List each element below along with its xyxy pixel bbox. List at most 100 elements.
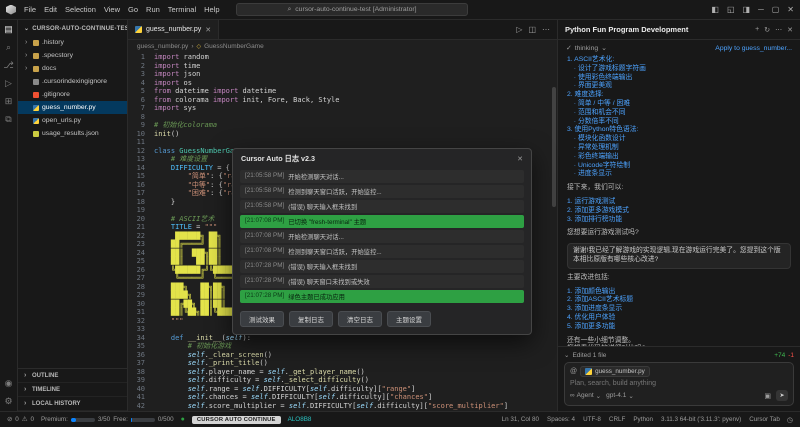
tree-item-guess-number-py[interactable]: guess_number.py bbox=[18, 101, 127, 114]
tab-label: guess_number.py bbox=[146, 26, 201, 33]
edited-files-row[interactable]: ⌄ Edited 1 file +74 -1 bbox=[564, 351, 794, 359]
tree-item--cursorindexingignore[interactable]: .cursorindexingignore bbox=[18, 75, 127, 88]
menu-go[interactable]: Go bbox=[128, 5, 138, 14]
status-item[interactable]: Spaces: 4 bbox=[547, 416, 575, 423]
breadcrumb-file[interactable]: guess_number.py bbox=[137, 43, 188, 50]
extensions-icon[interactable]: ⊞ bbox=[5, 97, 13, 106]
chevron-right-icon: › bbox=[24, 400, 29, 407]
thinking-row[interactable]: ✓ thinking ⌄ Apply to guess_number... bbox=[558, 40, 800, 54]
explorer-root-header[interactable]: ⌄ CURSOR-AUTO-CONTINUE-TEST bbox=[18, 20, 127, 36]
panel-local-history[interactable]: ›LOCAL HISTORY bbox=[18, 397, 127, 411]
log-entry: [21:05:58 PM]开始检测聊天对话... bbox=[240, 170, 524, 183]
chevron-right-icon: › bbox=[24, 372, 29, 379]
py-file-icon bbox=[33, 118, 39, 124]
dialog-header[interactable]: Cursor Auto 日志 v2.3 ✕ bbox=[233, 149, 531, 167]
code-line: 11 bbox=[128, 138, 557, 147]
editor-tabs: guess_number.py ✕ ▷ ◫ ⋯ bbox=[128, 20, 557, 40]
panel-outline[interactable]: ›OUTLINE bbox=[18, 369, 127, 383]
account-icon[interactable]: ◉ bbox=[5, 379, 13, 388]
status-item[interactable]: 3.11.3 64-bit ('3.11.3': pyenv) bbox=[661, 416, 741, 423]
tree-item-docs[interactable]: ›docs bbox=[18, 62, 127, 75]
remote-explorer-icon[interactable]: ⧉ bbox=[5, 115, 11, 124]
folder-icon bbox=[33, 53, 39, 59]
code-line: 38 self.player_name = self._get_player_n… bbox=[128, 368, 557, 377]
class-symbol-icon: ◇ bbox=[196, 43, 201, 50]
tree-item--history[interactable]: ›.history bbox=[18, 36, 127, 49]
tab-guess-number[interactable]: guess_number.py ✕ bbox=[128, 20, 219, 39]
tree-item-open-urls-py[interactable]: open_urls.py bbox=[18, 114, 127, 127]
status-tag[interactable]: ALO8B8 bbox=[288, 416, 312, 423]
close-icon[interactable]: ✕ bbox=[787, 26, 793, 34]
minimize-icon[interactable]: ─ bbox=[758, 5, 764, 14]
menu-run[interactable]: Run bbox=[146, 5, 160, 14]
modal-button-清空日志[interactable]: 清空日志 bbox=[338, 311, 382, 327]
status-item[interactable]: Cursor Tab bbox=[749, 416, 780, 423]
usage-indicator[interactable]: Premium: 3/50 Free: 0/500 bbox=[41, 416, 174, 423]
close-window-icon[interactable]: ✕ bbox=[787, 5, 794, 14]
menu-terminal[interactable]: Terminal bbox=[168, 5, 196, 14]
context-chip[interactable]: guess_number.py bbox=[580, 366, 650, 377]
problems-indicator[interactable]: ⊘ 0 ⚠ 0 bbox=[7, 416, 34, 423]
line-number: 11 bbox=[128, 138, 154, 147]
code-text: self.score_multiplier = self.DIFFICULTY[… bbox=[154, 402, 508, 411]
toggle-sidebar-icon[interactable]: ◧ bbox=[711, 5, 719, 14]
panel-timeline[interactable]: ›TIMELINE bbox=[18, 383, 127, 397]
new-chat-icon[interactable]: + bbox=[755, 26, 759, 34]
menu-help[interactable]: Help bbox=[204, 5, 219, 14]
code-text: TITLE = """ bbox=[154, 223, 217, 232]
chat-block: 主要改进包括: bbox=[567, 274, 791, 283]
search-icon[interactable]: ⌕ bbox=[6, 43, 11, 52]
settings-gear-icon[interactable]: ⚙ bbox=[4, 397, 12, 406]
add-context-icon[interactable]: @ bbox=[570, 368, 577, 375]
more-icon[interactable]: ⋯ bbox=[775, 26, 782, 34]
more-actions-icon[interactable]: ⋯ bbox=[542, 25, 550, 34]
chevron-right-icon: › bbox=[25, 65, 30, 72]
model-selector[interactable]: gpt-4.1 ⌄ bbox=[606, 392, 634, 400]
status-item[interactable]: CRLF bbox=[609, 416, 625, 423]
tab-close-icon[interactable]: ✕ bbox=[205, 26, 211, 34]
status-item[interactable]: UTF-8 bbox=[583, 416, 601, 423]
notifications-bell-icon[interactable]: ◷ bbox=[787, 416, 793, 424]
maximize-icon[interactable]: ▢ bbox=[772, 5, 780, 14]
image-icon[interactable]: ▣ bbox=[764, 392, 771, 400]
explorer-icon[interactable]: ▤ bbox=[4, 25, 13, 34]
toggle-secondary-sidebar-icon[interactable]: ◨ bbox=[743, 5, 751, 14]
status-item[interactable]: Python bbox=[633, 416, 653, 423]
agent-mode-selector[interactable]: ∞ Agent ⌄ bbox=[570, 392, 601, 400]
line-number: 35 bbox=[128, 342, 154, 351]
menu-view[interactable]: View bbox=[104, 5, 120, 14]
line-number: 19 bbox=[128, 206, 154, 215]
menu-edit[interactable]: Edit bbox=[44, 5, 57, 14]
command-center-search[interactable]: ⌕ cursor-auto-continue-test [Administrat… bbox=[236, 3, 468, 16]
modal-button-测试效果[interactable]: 测试效果 bbox=[240, 311, 284, 327]
tree-item--gitignore[interactable]: .gitignore bbox=[18, 88, 127, 101]
menu-selection[interactable]: Selection bbox=[65, 5, 96, 14]
log-entry: [21:07:08 PM]检测到聊天窗口活跃，开始监控... bbox=[240, 245, 524, 258]
chat-block: 1. ASCII艺术化: · 设计了游戏标题字符画 · 使用彩色终端输出 · 界… bbox=[567, 56, 791, 179]
split-editor-icon[interactable]: ◫ bbox=[528, 25, 536, 34]
toggle-panel-icon[interactable]: ◱ bbox=[727, 5, 735, 14]
run-debug-icon[interactable]: ▷ bbox=[5, 79, 12, 88]
editor-scrollbar[interactable] bbox=[552, 87, 556, 409]
breadcrumb[interactable]: guess_number.py › ◇ GuessNumberGame bbox=[128, 40, 557, 53]
menu-file[interactable]: File bbox=[24, 5, 36, 14]
chat-input[interactable]: @ guess_number.py Plan, search, build an… bbox=[564, 362, 794, 406]
panel-label: LOCAL HISTORY bbox=[32, 401, 81, 407]
source-control-icon[interactable]: ⎇ bbox=[3, 61, 13, 70]
line-number: 34 bbox=[128, 334, 154, 343]
send-button[interactable]: ➤ bbox=[776, 390, 788, 401]
line-number: 42 bbox=[128, 402, 154, 411]
chevron-right-icon: › bbox=[191, 43, 193, 50]
dialog-close-icon[interactable]: ✕ bbox=[517, 155, 523, 163]
tree-item--specstory[interactable]: ›.specstory bbox=[18, 49, 127, 62]
history-icon[interactable]: ↻ bbox=[764, 26, 770, 34]
cursor-auto-log-dialog: Cursor Auto 日志 v2.3 ✕ [21:05:58 PM]开始检测聊… bbox=[232, 148, 532, 335]
breadcrumb-symbol[interactable]: GuessNumberGame bbox=[204, 43, 264, 50]
status-item[interactable]: Ln 31, Col 80 bbox=[502, 416, 539, 423]
modal-button-主题设置[interactable]: 主题设置 bbox=[387, 311, 431, 327]
run-button[interactable]: ▷ bbox=[516, 25, 522, 34]
apply-button[interactable]: Apply to guess_number... bbox=[715, 45, 792, 52]
modal-button-复制日志[interactable]: 复制日志 bbox=[289, 311, 333, 327]
tree-item-usage-results-json[interactable]: usage_results.json bbox=[18, 127, 127, 140]
cursor-auto-continue-toggle[interactable]: CURSOR AUTO CONTINUE bbox=[192, 416, 281, 424]
